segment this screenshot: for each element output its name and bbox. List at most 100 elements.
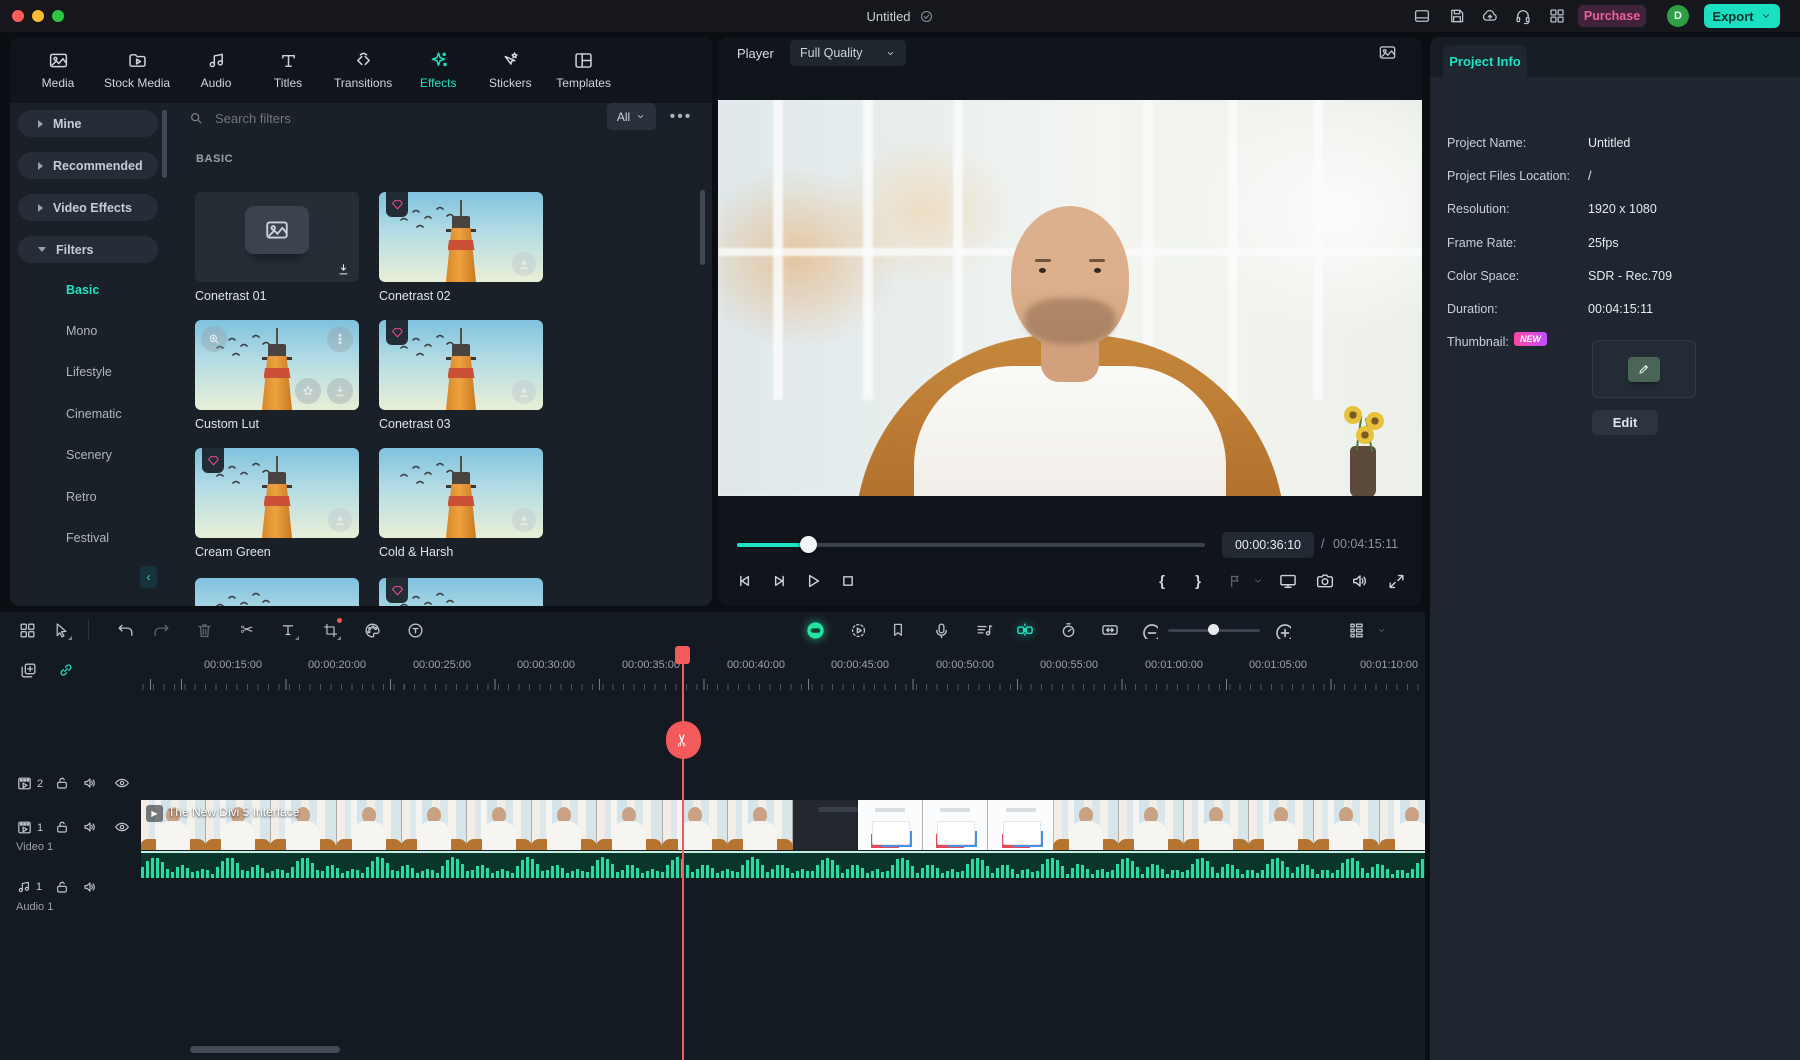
mark-in-button[interactable]: {	[1150, 569, 1174, 593]
download-icon[interactable]	[336, 262, 351, 277]
tab-effects[interactable]: Effects	[412, 50, 464, 90]
filter-card-cold-harsh[interactable]: Cold & Harsh	[379, 448, 543, 559]
download-icon[interactable]	[327, 378, 353, 404]
search-input[interactable]	[213, 110, 517, 127]
download-icon[interactable]	[328, 508, 352, 532]
support-headset-icon[interactable]	[1514, 7, 1532, 25]
lock-track-icon[interactable]	[54, 819, 70, 835]
video-clip[interactable]	[141, 800, 1425, 850]
tab-titles[interactable]: Titles	[262, 50, 314, 90]
filter-card-partial[interactable]	[195, 578, 359, 606]
render-marker-icon[interactable]	[1223, 569, 1247, 593]
tab-stock-media[interactable]: Stock Media	[104, 50, 170, 90]
quality-dropdown[interactable]: Full Quality	[790, 40, 906, 66]
preview-zoom-icon[interactable]	[201, 326, 227, 352]
sidebar-item-retro[interactable]: Retro	[66, 490, 97, 504]
cloud-upload-icon[interactable]	[1481, 7, 1499, 25]
pencil-icon[interactable]	[1628, 357, 1660, 382]
filter-card-conetrast-01[interactable]: Conetrast 01	[195, 192, 359, 303]
undo-icon[interactable]	[111, 616, 139, 644]
collapse-sidebar-button[interactable]: ‹	[140, 566, 157, 588]
voiceover-mic-icon[interactable]	[927, 616, 955, 644]
tab-audio[interactable]: Audio	[190, 50, 242, 90]
thumbnail-edit-box[interactable]	[1592, 340, 1696, 398]
sidebar-group-video-effects[interactable]: Video Effects	[18, 194, 158, 221]
tab-media[interactable]: Media	[32, 50, 84, 90]
download-icon[interactable]	[512, 508, 536, 532]
hide-track-icon[interactable]	[114, 819, 130, 835]
sidebar-item-cinematic[interactable]: Cinematic	[66, 407, 122, 421]
video2-track-header[interactable]: 2	[16, 775, 43, 792]
content-scrollbar[interactable]	[700, 190, 705, 265]
preview-render-icon[interactable]	[844, 616, 872, 644]
sidebar-group-filters[interactable]: Filters	[18, 236, 158, 263]
sidebar-scrollbar[interactable]	[162, 110, 167, 178]
smart-cut-icon[interactable]	[1011, 616, 1039, 644]
sidebar-item-mono[interactable]: Mono	[66, 324, 97, 338]
previous-frame-button[interactable]	[733, 569, 757, 593]
sidebar-item-scenery[interactable]: Scenery	[66, 448, 112, 462]
tab-templates[interactable]: Templates	[556, 50, 611, 90]
crop-tool-icon[interactable]	[316, 616, 344, 644]
fullscreen-button[interactable]	[1384, 569, 1408, 593]
more-menu-icon[interactable]	[327, 326, 353, 352]
filter-card-custom-lut[interactable]: Custom Lut	[195, 320, 359, 431]
sidebar-item-festival[interactable]: Festival	[66, 531, 109, 545]
stop-button[interactable]	[836, 569, 860, 593]
chevron-down-icon[interactable]	[1246, 569, 1270, 593]
playhead-handle[interactable]	[675, 646, 690, 664]
video1-track-header[interactable]: 1	[16, 819, 43, 836]
audio-mixer-icon[interactable]	[970, 616, 998, 644]
text-to-speech-icon[interactable]	[401, 616, 429, 644]
snapshot-viewer-icon[interactable]	[1378, 43, 1397, 62]
hide-track-icon[interactable]	[114, 775, 130, 791]
color-palette-icon[interactable]	[358, 616, 386, 644]
snapshot-button[interactable]	[1313, 569, 1337, 593]
more-options-button[interactable]: •••	[666, 103, 696, 130]
mark-out-button[interactable]: }	[1186, 569, 1210, 593]
speed-icon[interactable]	[1054, 616, 1082, 644]
media-library-toggle-icon[interactable]	[13, 616, 41, 644]
next-frame-button[interactable]	[767, 569, 791, 593]
favorite-star-icon[interactable]	[295, 378, 321, 404]
purchase-button[interactable]: Purchase	[1578, 5, 1646, 27]
audio-waveform[interactable]	[141, 851, 1425, 878]
link-clips-icon[interactable]	[52, 656, 80, 684]
text-tool-icon[interactable]	[274, 616, 302, 644]
avatar[interactable]: D	[1667, 5, 1689, 27]
mute-track-icon[interactable]	[82, 775, 98, 791]
filter-card-conetrast-03[interactable]: Conetrast 03	[379, 320, 543, 431]
ai-mask-icon[interactable]	[801, 616, 829, 644]
filter-card-cream-green[interactable]: Cream Green	[195, 448, 359, 559]
play-button[interactable]	[801, 569, 825, 593]
timeline-horizontal-scrollbar[interactable]	[190, 1046, 340, 1053]
delete-icon[interactable]	[190, 616, 218, 644]
mute-track-icon[interactable]	[82, 879, 98, 895]
sidebar-item-lifestyle[interactable]: Lifestyle	[66, 365, 112, 379]
marker-icon[interactable]	[884, 616, 912, 644]
layout-panel-icon[interactable]	[1413, 7, 1431, 25]
zoom-in-icon[interactable]	[1268, 616, 1296, 644]
redo-icon[interactable]	[147, 616, 175, 644]
sidebar-item-basic[interactable]: Basic	[66, 283, 99, 297]
apps-grid-icon[interactable]	[1548, 7, 1566, 25]
current-timecode[interactable]: 00:00:36:10	[1222, 532, 1314, 558]
playhead-scissors-button[interactable]: ✂	[666, 721, 701, 759]
split-scissors-icon[interactable]: ✂	[233, 616, 261, 644]
timeline-zoom-handle[interactable]	[1208, 624, 1219, 635]
auto-ripple-icon[interactable]	[1096, 616, 1124, 644]
download-icon[interactable]	[512, 252, 536, 276]
all-filter-dropdown[interactable]: All	[607, 103, 656, 130]
select-tool-icon[interactable]	[47, 616, 75, 644]
mute-track-icon[interactable]	[82, 819, 98, 835]
zoom-out-icon[interactable]	[1135, 616, 1163, 644]
track-manager-icon[interactable]	[1342, 616, 1370, 644]
edit-button[interactable]: Edit	[1592, 410, 1658, 435]
save-icon[interactable]	[1448, 7, 1466, 25]
tab-stickers[interactable]: Stickers	[484, 50, 536, 90]
mirror-display-button[interactable]	[1276, 569, 1300, 593]
audio1-track-header[interactable]: 1	[16, 879, 42, 895]
lock-track-icon[interactable]	[54, 775, 70, 791]
export-button[interactable]: Export	[1704, 4, 1780, 28]
tab-transitions[interactable]: Transitions	[334, 50, 392, 90]
